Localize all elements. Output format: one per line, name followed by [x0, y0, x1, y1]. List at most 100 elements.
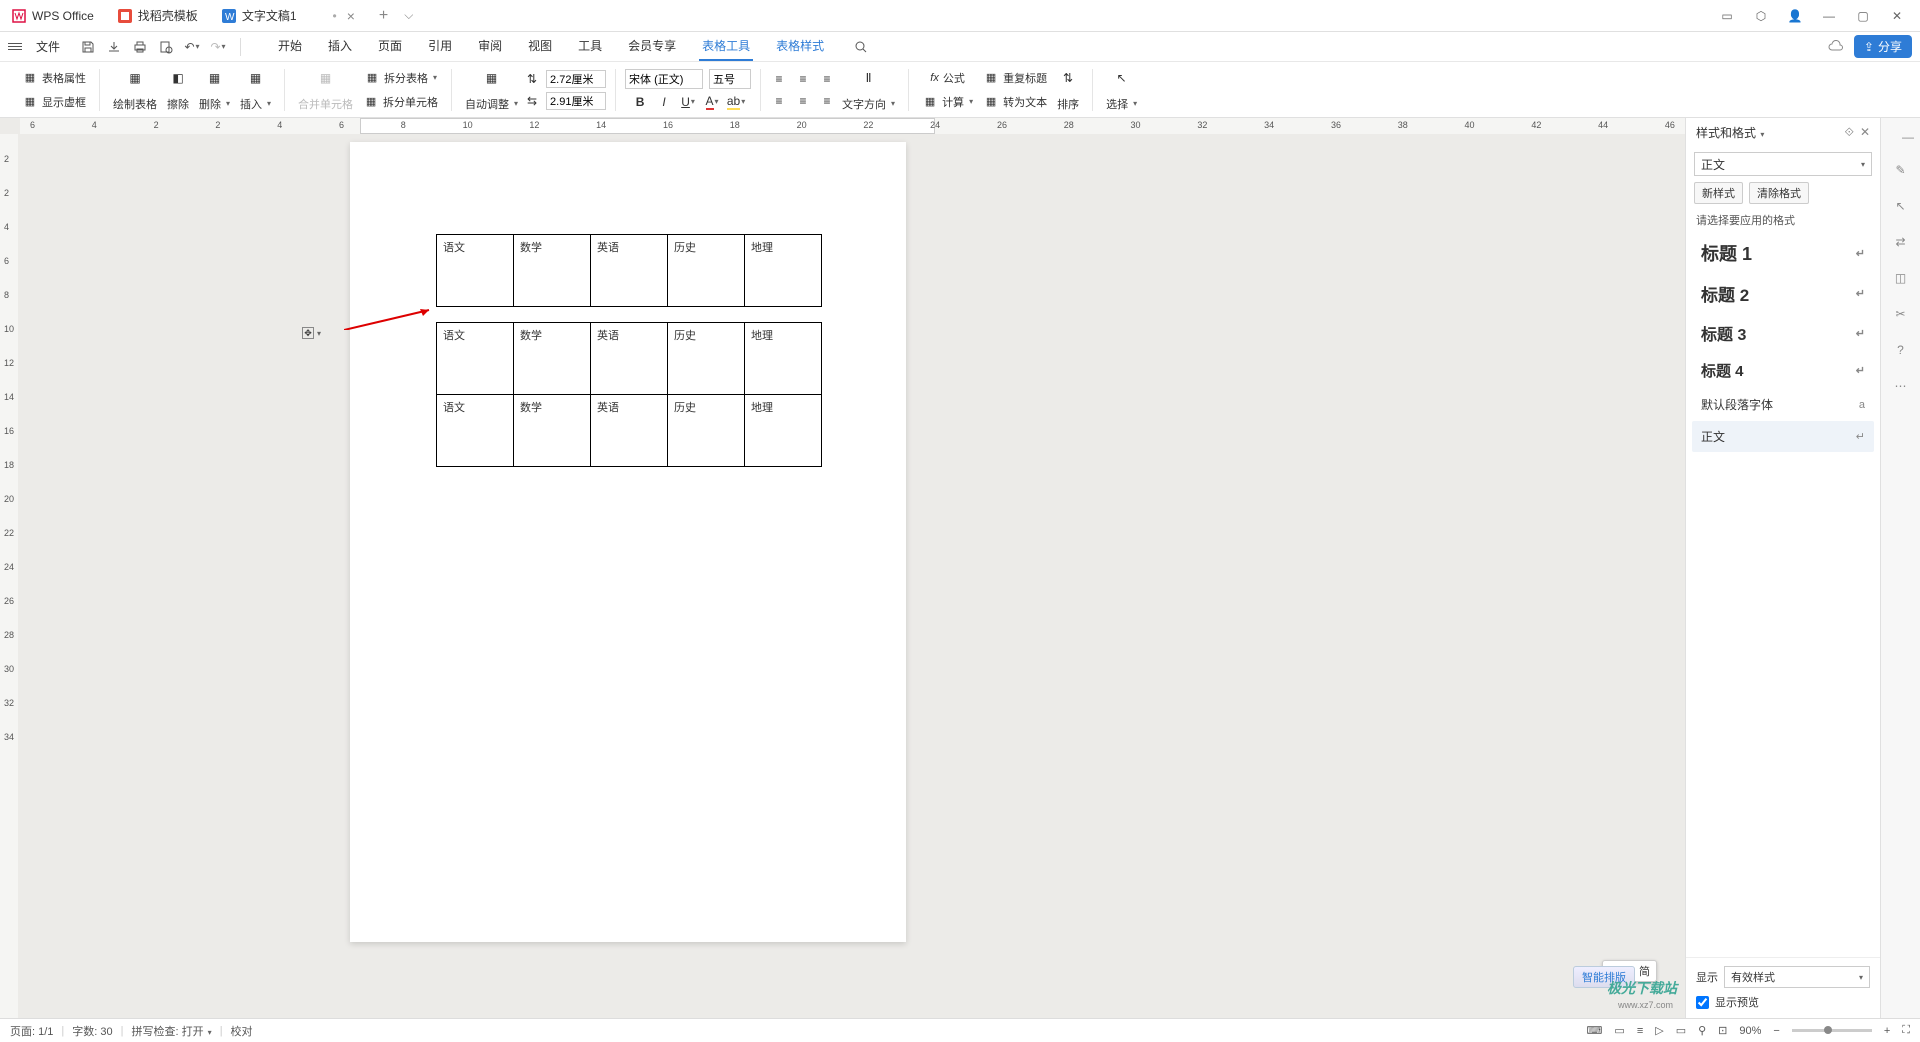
- fullscreen-icon[interactable]: ⛶: [1902, 1024, 1910, 1037]
- convert-text-button[interactable]: ▦转为文本: [979, 92, 1051, 112]
- save-icon[interactable]: [80, 39, 96, 55]
- split-cells-button[interactable]: ▦拆分单元格: [359, 92, 442, 112]
- table-cell[interactable]: 地理: [745, 323, 822, 395]
- minimize-icon[interactable]: —: [1820, 7, 1838, 25]
- delete-icon[interactable]: ▦: [203, 66, 227, 90]
- print-preview-icon[interactable]: [158, 39, 174, 55]
- style-item[interactable]: 标题 1↵: [1692, 233, 1874, 273]
- layers-icon[interactable]: ◫: [1891, 268, 1911, 288]
- sort-button[interactable]: 排序: [1053, 94, 1083, 114]
- style-item[interactable]: 标题 4↵: [1692, 353, 1874, 388]
- table-cell[interactable]: 地理: [745, 395, 822, 467]
- text-direction-button[interactable]: 文字方向▾: [838, 94, 899, 114]
- insert-button[interactable]: 插入▾: [236, 94, 275, 114]
- clear-format-button[interactable]: 清除格式: [1749, 182, 1809, 204]
- horizontal-ruler[interactable]: 6422468101214161820222426283032343638404…: [20, 118, 1685, 134]
- cube-icon[interactable]: ⬡: [1752, 7, 1770, 25]
- autofit-button[interactable]: 自动调整▾: [461, 94, 522, 114]
- zoom-in-button[interactable]: +: [1884, 1025, 1890, 1037]
- calc-button[interactable]: ▦计算▾: [918, 92, 977, 112]
- zoom-value[interactable]: 90%: [1739, 1025, 1761, 1037]
- table-cell[interactable]: 语文: [437, 395, 514, 467]
- pin-icon[interactable]: ⟐: [1844, 125, 1853, 140]
- menu-tab-start[interactable]: 开始: [275, 32, 305, 61]
- style-item[interactable]: 标题 2↵: [1692, 274, 1874, 313]
- status-proof[interactable]: 校对: [231, 1023, 253, 1039]
- table-cell[interactable]: 数学: [514, 323, 591, 395]
- table-cell[interactable]: 语文: [437, 235, 514, 307]
- table-cell[interactable]: 历史: [668, 235, 745, 307]
- close-tab-icon[interactable]: ×: [347, 8, 355, 24]
- view-web-icon[interactable]: ▭: [1676, 1024, 1686, 1037]
- status-words[interactable]: 字数: 30: [72, 1023, 112, 1039]
- table-cell[interactable]: 数学: [514, 235, 591, 307]
- align-center-button[interactable]: ≡: [794, 92, 812, 110]
- zoom-out-button[interactable]: −: [1773, 1025, 1779, 1037]
- highlight-button[interactable]: ab▾: [727, 93, 745, 111]
- shell-tab[interactable]: 找稻壳模板: [108, 2, 208, 30]
- show-filter-select[interactable]: 有效样式▾: [1724, 966, 1870, 988]
- align-top-button[interactable]: ≡: [770, 70, 788, 88]
- undo-icon[interactable]: ↶▾: [184, 39, 200, 55]
- help-icon[interactable]: ?: [1891, 340, 1911, 360]
- sort-icon[interactable]: ⇅: [1056, 66, 1080, 90]
- autofit-icon[interactable]: ▦: [480, 66, 504, 90]
- underline-button[interactable]: U▾: [679, 93, 697, 111]
- zoom-slider[interactable]: [1792, 1029, 1872, 1032]
- hamburger-icon[interactable]: [8, 39, 24, 55]
- search-icon[interactable]: [853, 39, 869, 55]
- table-props-button[interactable]: ▦表格属性: [18, 68, 90, 88]
- keyboard-icon[interactable]: ⌨: [1587, 1024, 1603, 1037]
- fit-icon[interactable]: ⊡: [1718, 1024, 1727, 1037]
- style-item[interactable]: 默认段落字体a: [1692, 389, 1874, 420]
- maximize-icon[interactable]: ▢: [1854, 7, 1872, 25]
- table-cell[interactable]: 英语: [591, 395, 668, 467]
- view-read-icon[interactable]: ▷: [1655, 1024, 1663, 1037]
- export-icon[interactable]: [106, 39, 122, 55]
- style-item[interactable]: 标题 3↵: [1692, 314, 1874, 352]
- table-cell[interactable]: 英语: [591, 235, 668, 307]
- file-menu[interactable]: 文件: [36, 38, 60, 55]
- bold-button[interactable]: B: [631, 93, 649, 111]
- insert-icon[interactable]: ▦: [244, 66, 268, 90]
- select-tool-icon[interactable]: ↖: [1891, 196, 1911, 216]
- table-cell[interactable]: 数学: [514, 395, 591, 467]
- page[interactable]: ✥▾ 语文 数学 英语 历史 地理 语文 数学 英语 历史 地理: [350, 142, 906, 942]
- document-table-2[interactable]: 语文 数学 英语 历史 地理 语文 数学 英语 历史 地理: [436, 322, 822, 467]
- status-spellcheck[interactable]: 拼写检查: 打开 ▾: [131, 1023, 211, 1039]
- italic-button[interactable]: I: [655, 93, 673, 111]
- redo-icon[interactable]: ↷▾: [210, 39, 226, 55]
- close-window-icon[interactable]: ✕: [1888, 7, 1906, 25]
- tools-icon[interactable]: ✂: [1891, 304, 1911, 324]
- delete-button[interactable]: 删除▾: [195, 94, 234, 114]
- current-style-select[interactable]: 正文 ▾: [1694, 152, 1872, 176]
- status-page[interactable]: 页面: 1/1: [10, 1023, 53, 1039]
- app-tab[interactable]: WPS Office: [2, 2, 104, 30]
- formula-button[interactable]: fx公式: [926, 68, 969, 88]
- table-anchor-handle[interactable]: ✥▾: [302, 327, 321, 339]
- cloud-icon[interactable]: [1828, 39, 1844, 55]
- table-cell[interactable]: 历史: [668, 323, 745, 395]
- menu-tab-review[interactable]: 审阅: [475, 32, 505, 61]
- collapse-rail-icon[interactable]: —: [1902, 130, 1914, 144]
- print-icon[interactable]: [132, 39, 148, 55]
- user-avatar-icon[interactable]: 👤: [1786, 7, 1804, 25]
- view-outline-icon[interactable]: ≡: [1637, 1025, 1643, 1037]
- select-icon[interactable]: ↖: [1110, 66, 1134, 90]
- preview-checkbox[interactable]: [1696, 996, 1709, 1009]
- align-right-button[interactable]: ≡: [818, 92, 836, 110]
- new-style-button[interactable]: 新样式: [1694, 182, 1743, 204]
- show-grid-button[interactable]: ▦显示虚框: [18, 92, 90, 112]
- share-button[interactable]: ⇪ 分享: [1854, 35, 1912, 58]
- font-name-select[interactable]: [625, 69, 703, 89]
- table-cell[interactable]: 语文: [437, 323, 514, 395]
- new-tab-button[interactable]: +: [369, 2, 398, 30]
- document-area[interactable]: 6422468101214161820222426283032343638404…: [0, 118, 1685, 1018]
- eraser-icon[interactable]: ◧: [166, 66, 190, 90]
- font-color-button[interactable]: A▾: [703, 93, 721, 111]
- repeat-header-button[interactable]: ▦重复标题: [979, 68, 1051, 88]
- link-icon[interactable]: ⚲: [1698, 1024, 1706, 1037]
- more-icon[interactable]: ⋯: [1891, 376, 1911, 396]
- menu-tab-tools[interactable]: 工具: [575, 32, 605, 61]
- menu-tab-member[interactable]: 会员专享: [625, 32, 679, 61]
